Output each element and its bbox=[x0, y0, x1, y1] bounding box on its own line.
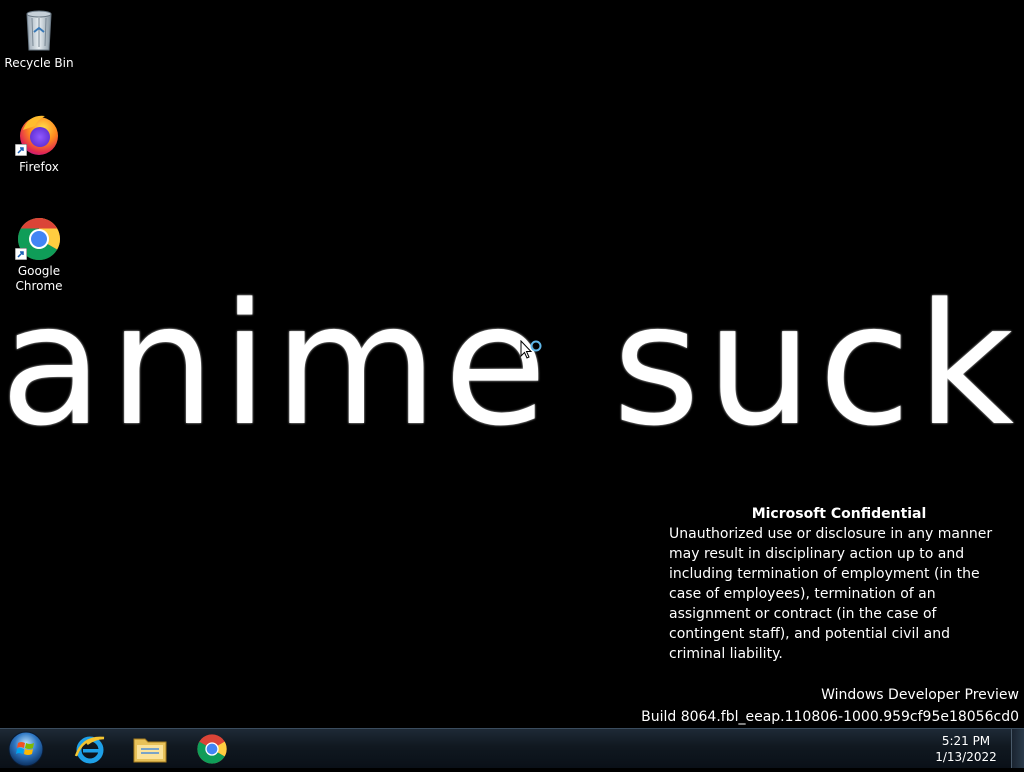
taskbar: 5:21 PM 1/13/2022 bbox=[0, 728, 1024, 768]
desktop: Recycle Bin Firefox Google Chrome anime … bbox=[0, 0, 1024, 728]
recycle-bin-label: Recycle Bin bbox=[4, 56, 74, 70]
desktop-icon-recycle-bin[interactable]: Recycle Bin bbox=[4, 6, 74, 71]
build-number: Build 8064.fbl_eeap.110806-1000.959cf95e… bbox=[641, 709, 1019, 725]
chrome-icon bbox=[197, 734, 227, 764]
wallpaper-text: anime sucks bbox=[0, 270, 1024, 460]
recycle-bin-icon bbox=[15, 6, 63, 54]
firefox-icon bbox=[15, 110, 63, 158]
clock-date: 1/13/2022 bbox=[935, 750, 997, 764]
start-button[interactable] bbox=[6, 730, 46, 768]
taskbar-clock[interactable]: 5:21 PM 1/13/2022 bbox=[934, 733, 998, 765]
taskbar-file-explorer[interactable] bbox=[124, 731, 176, 767]
confidential-title: Microsoft Confidential bbox=[751, 506, 927, 522]
clock-time: 5:21 PM bbox=[941, 734, 991, 748]
taskbar-internet-explorer[interactable] bbox=[64, 731, 116, 767]
build-edition: Windows Developer Preview bbox=[821, 687, 1019, 703]
shortcut-arrow-icon bbox=[15, 248, 27, 260]
confidential-notice: Microsoft Confidential Unauthorized use … bbox=[669, 504, 1009, 664]
busy-cursor-icon bbox=[520, 340, 542, 359]
taskbar-google-chrome[interactable] bbox=[186, 731, 238, 767]
windows-start-orb-icon bbox=[8, 731, 44, 767]
build-watermark: Windows Developer Preview Build 8064.fbl… bbox=[641, 684, 1019, 728]
folder-icon bbox=[133, 738, 167, 763]
chrome-icon bbox=[15, 214, 63, 262]
firefox-label: Firefox bbox=[19, 160, 59, 174]
desktop-icon-firefox[interactable]: Firefox bbox=[4, 110, 74, 175]
confidential-body: Unauthorized use or disclosure in any ma… bbox=[669, 526, 993, 662]
shortcut-arrow-icon bbox=[15, 144, 27, 156]
internet-explorer-icon bbox=[74, 736, 105, 764]
show-desktop-button[interactable] bbox=[1011, 729, 1024, 768]
